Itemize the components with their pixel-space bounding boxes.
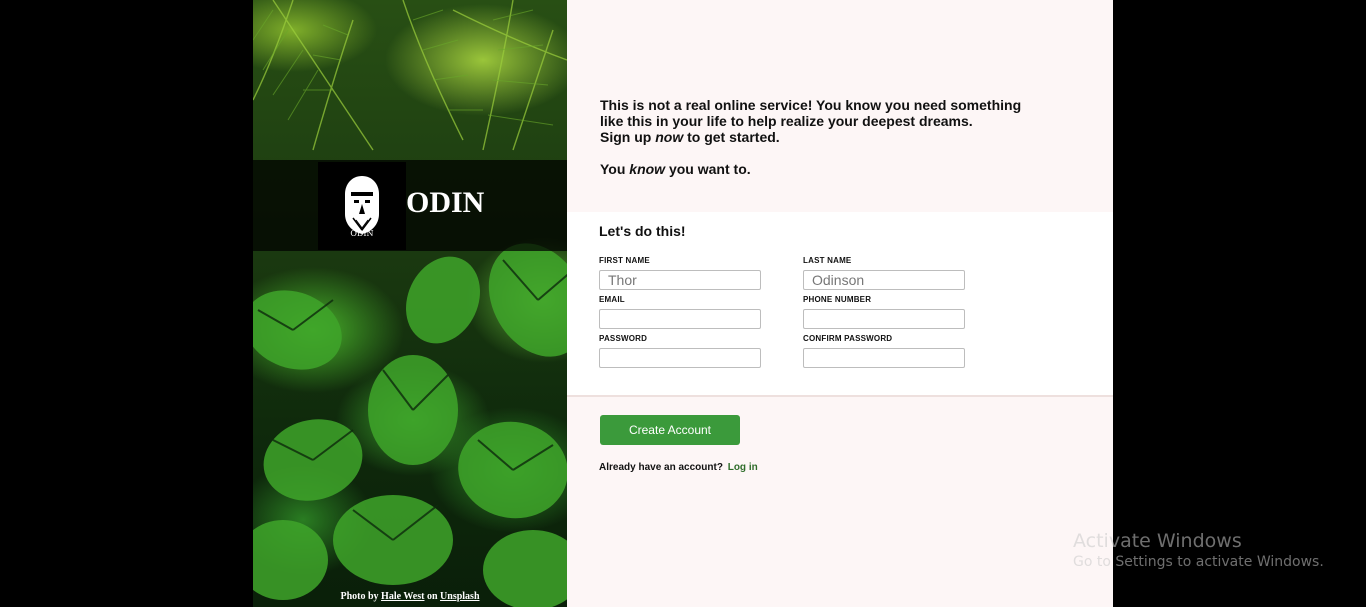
unsplash-link[interactable]: Unsplash bbox=[440, 591, 479, 602]
intro-paragraph-1: This is not a real online service! You k… bbox=[600, 97, 1040, 145]
intro-line-2-emphasis: now bbox=[655, 129, 684, 145]
signup-panel: This is not a real online service! You k… bbox=[567, 0, 1113, 607]
password-label: PASSWORD bbox=[599, 334, 648, 343]
email-label: EMAIL bbox=[599, 295, 625, 304]
confirm-password-label: CONFIRM PASSWORD bbox=[803, 334, 893, 343]
password-group: PASSWORD bbox=[599, 334, 761, 368]
odin-logo: ODIN bbox=[318, 162, 406, 250]
signup-form: Let's do this! FIRST NAME LAST NAME EMAI… bbox=[567, 212, 1113, 395]
password-input[interactable] bbox=[599, 348, 761, 368]
watermark-subtitle: Go to Settings to activate Windows. bbox=[1073, 554, 1324, 570]
photo-credit-prefix: Photo by bbox=[340, 591, 379, 602]
hero-image-panel: ODIN ODIN Photo by Hale West on Unsplash bbox=[253, 0, 567, 607]
photo-credit: Photo by Hale West on Unsplash bbox=[253, 591, 567, 602]
first-name-label: FIRST NAME bbox=[599, 256, 650, 265]
intro-paragraph-2: You know you want to. bbox=[600, 161, 1040, 177]
intro-line-2-pre: Sign up bbox=[600, 129, 656, 145]
login-link[interactable]: Log in bbox=[728, 462, 758, 473]
confirm-password-input[interactable] bbox=[803, 348, 965, 368]
photo-author-link[interactable]: Hale West bbox=[381, 591, 424, 602]
intro-line-2-post: to get started. bbox=[683, 129, 780, 145]
create-account-button[interactable]: Create Account bbox=[600, 415, 740, 445]
watermark-title: Activate Windows bbox=[1073, 530, 1242, 552]
photo-credit-middle: on bbox=[426, 591, 438, 602]
phone-label: PHONE NUMBER bbox=[803, 295, 872, 304]
intro-line-3-pre: You bbox=[600, 161, 630, 177]
brand-name: ODIN bbox=[406, 186, 485, 219]
intro-line-1: This is not a real online service! You k… bbox=[600, 97, 1022, 129]
email-group: EMAIL bbox=[599, 295, 761, 329]
confirm-password-group: CONFIRM PASSWORD bbox=[803, 334, 965, 368]
phone-group: PHONE NUMBER bbox=[803, 295, 965, 329]
logo-caption: ODIN bbox=[350, 229, 374, 238]
first-name-group: FIRST NAME bbox=[599, 256, 761, 290]
windows-activation-watermark: Activate Windows Go to Settings to activ… bbox=[1073, 530, 1324, 570]
intro-line-3-emphasis: know bbox=[629, 161, 666, 177]
email-input[interactable] bbox=[599, 309, 761, 329]
phone-input[interactable] bbox=[803, 309, 965, 329]
last-name-input[interactable] bbox=[803, 270, 965, 290]
last-name-label: LAST NAME bbox=[803, 256, 852, 265]
login-prompt-text: Already have an account? bbox=[599, 462, 723, 473]
form-title: Let's do this! bbox=[599, 223, 686, 239]
intro-text: This is not a real online service! You k… bbox=[600, 97, 1040, 193]
first-name-input[interactable] bbox=[599, 270, 761, 290]
jungle-leaves-image bbox=[253, 0, 567, 607]
login-prompt: Already have an account? Log in bbox=[599, 462, 758, 473]
last-name-group: LAST NAME bbox=[803, 256, 965, 290]
intro-line-3-post: you want to. bbox=[665, 161, 751, 177]
